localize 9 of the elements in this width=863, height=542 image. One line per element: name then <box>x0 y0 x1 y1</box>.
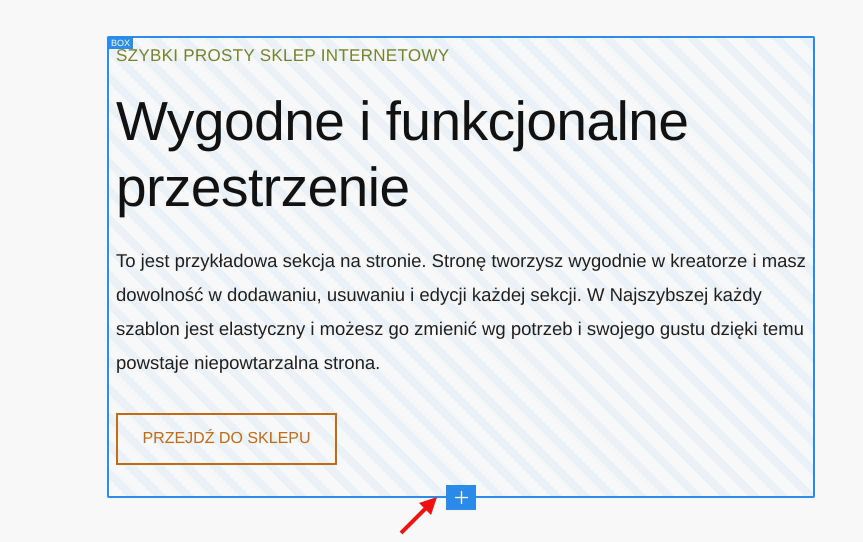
add-button[interactable] <box>446 485 476 510</box>
paragraph: To jest przykładowa sekcja na stronie. Stronę tworzysz wygodnie w kreatorze i masz dowolność w dodawaniu, usuwaniu i edycji każdej sekcji. W Najszybszej każdy szablon jest elastyczny i możesz go zmienić wg potrzeb i swojego gustu dzięki temu powstaje niepowtarzalna strona. <box>116 249 807 375</box>
heading: Wygodne i funkcjonalne przestrzenie <box>116 89 690 220</box>
shop-button[interactable]: PRZEJDŹ DO SKLEPU <box>116 413 337 465</box>
eyebrow-text: SZYBKI PROSTY SKLEP INTERNETOWY <box>116 46 450 66</box>
section-box[interactable] <box>107 36 815 498</box>
arrow-icon <box>399 495 439 535</box>
box-label: BOX <box>108 37 134 49</box>
plus-icon <box>454 491 468 504</box>
